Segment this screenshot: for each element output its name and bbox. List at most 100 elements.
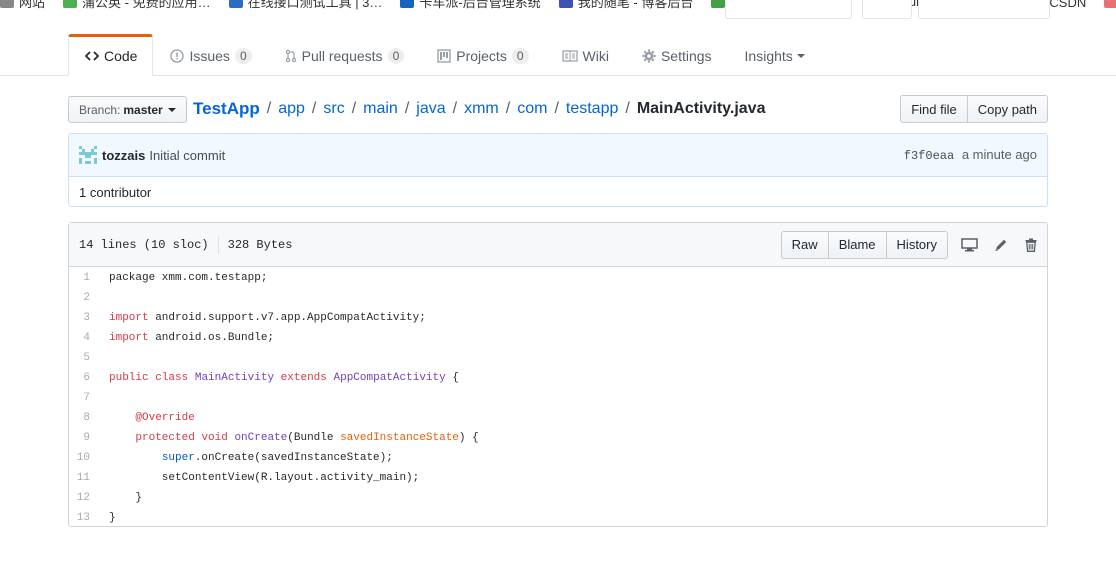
raw-button[interactable]: Raw xyxy=(780,230,829,259)
code-blob: 1 package xmm.com.testapp; 2 3 import androi… xyxy=(69,267,1047,528)
line-number[interactable]: 8 xyxy=(69,412,109,424)
pgyer-icon xyxy=(63,0,78,8)
breadcrumb-link[interactable]: java xyxy=(416,100,445,118)
line-number[interactable]: 9 xyxy=(69,432,109,444)
line-number[interactable]: 12 xyxy=(69,492,109,504)
code-line: 10 super.onCreate(savedInstanceState); xyxy=(69,448,1047,468)
line-number[interactable]: 10 xyxy=(69,452,109,464)
code-token: package xmm.com.testapp; xyxy=(109,272,268,284)
code-token: android.os.Bundle; xyxy=(148,332,275,344)
code-token: class xyxy=(155,372,189,384)
code-token: protected xyxy=(135,432,195,444)
tab-code[interactable]: Code xyxy=(68,34,154,76)
code-line: 9 protected void onCreate(Bundle savedIn… xyxy=(69,428,1047,448)
trash-icon[interactable] xyxy=(1025,238,1037,252)
bookmark-item[interactable]: 卡车派-后台管理系统 xyxy=(400,0,541,11)
bookmark-item[interactable]: 在线接口测试工具 | 3… xyxy=(228,0,383,11)
code-line: 6 public class MainActivity extends AppCo… xyxy=(69,368,1047,388)
breadcrumb-link[interactable]: src xyxy=(323,100,344,118)
issues-counter: 0 xyxy=(234,48,252,64)
code-line: 7 xyxy=(69,388,1047,408)
project-icon xyxy=(437,49,451,63)
breadcrumb-separator: / xyxy=(452,100,458,117)
line-content: setContentView(R.layout.activity_main); xyxy=(109,472,419,484)
avatar[interactable] xyxy=(79,146,97,164)
breadcrumb-link[interactable]: app xyxy=(278,100,305,118)
book-icon xyxy=(561,50,578,62)
pencil-icon[interactable] xyxy=(994,238,1008,252)
line-content: } xyxy=(109,492,142,504)
code-token: import xyxy=(109,332,149,344)
code-token: @Override xyxy=(135,412,195,424)
code-token: } xyxy=(109,492,143,504)
line-number[interactable]: 6 xyxy=(69,372,109,384)
commit-time: a minute ago xyxy=(961,147,1037,162)
branch-name: master xyxy=(123,102,163,117)
history-button[interactable]: History xyxy=(885,230,948,259)
tab-pull-requests[interactable]: Pull requests 0 xyxy=(268,34,421,76)
bookmark-label: 蒲公英 - 免费的应用… xyxy=(82,0,211,10)
breadcrumb-root-link[interactable]: TestApp xyxy=(193,99,260,119)
code-token: } xyxy=(109,512,116,524)
line-number[interactable]: 4 xyxy=(69,332,109,344)
commit-message-link[interactable]: Initial commit xyxy=(149,148,225,163)
blog-icon xyxy=(558,0,573,8)
header-button-ghost xyxy=(862,0,912,19)
code-icon xyxy=(85,49,99,63)
code-token: savedInstanceState xyxy=(340,432,459,444)
bookmark-icon xyxy=(0,0,14,8)
tab-settings[interactable]: Settings xyxy=(625,34,728,76)
line-number[interactable]: 5 xyxy=(69,352,109,364)
contributors-summary[interactable]: 1 contributor xyxy=(69,177,1047,208)
commit-author-link[interactable]: tozzais xyxy=(102,148,145,163)
bookmark-item[interactable]: 我的随笔 - 博客后台 xyxy=(558,0,693,11)
copy-path-button[interactable]: Copy path xyxy=(966,95,1048,123)
tab-wiki[interactable]: Wiki xyxy=(545,34,625,76)
gear-icon xyxy=(642,49,656,63)
bookmark-item[interactable]: ViewPager smoo xyxy=(1104,0,1116,9)
bookmark-label: 卡车派-后台管理系统 xyxy=(419,0,541,10)
divider xyxy=(217,235,219,254)
branch-select-button[interactable]: Branch: master xyxy=(68,96,187,123)
pull-request-icon xyxy=(285,49,297,63)
line-number[interactable]: 7 xyxy=(69,392,109,404)
line-number[interactable]: 11 xyxy=(69,472,109,484)
contributors-count: 1 contributor xyxy=(79,185,152,200)
code-line: 1 package xmm.com.testapp; xyxy=(69,268,1047,288)
code-token: onCreate xyxy=(234,432,288,444)
line-number[interactable]: 13 xyxy=(69,512,109,524)
bookmark-label: 在线接口测试工具 | 3… xyxy=(247,0,383,10)
tab-insights[interactable]: Insights xyxy=(728,34,821,76)
branch-prefix: Branch: xyxy=(79,102,121,117)
breadcrumb-link[interactable]: main xyxy=(363,100,398,118)
code-token: MainActivity xyxy=(194,372,275,384)
breadcrumb-link[interactable]: xmm xyxy=(464,100,499,118)
line-number[interactable]: 1 xyxy=(69,272,109,284)
commit-sha-link[interactable]: f3f0eaa xyxy=(904,149,954,163)
code-line: 8 @Override xyxy=(69,408,1047,428)
code-token: { xyxy=(445,372,459,384)
desktop-icon[interactable] xyxy=(961,237,978,252)
header-button-ghost xyxy=(918,0,1050,19)
breadcrumb-link[interactable]: testapp xyxy=(566,100,618,118)
blame-button[interactable]: Blame xyxy=(827,230,887,259)
bookmark-item[interactable]: 网站 xyxy=(0,0,45,11)
file-view-buttons: Raw Blame History xyxy=(780,230,948,259)
line-number[interactable]: 2 xyxy=(69,292,109,304)
line-number[interactable]: 3 xyxy=(69,312,109,324)
bookmark-item[interactable]: 蒲公英 - 免费的应用… xyxy=(63,0,211,11)
code-token: super xyxy=(161,452,195,464)
commit-meta: f3f0eaa a minute ago xyxy=(904,147,1037,163)
code-token: extends xyxy=(280,372,327,384)
android-icon xyxy=(711,0,726,8)
breadcrumb-link[interactable]: com xyxy=(517,100,547,118)
tab-issues[interactable]: Issues 0 xyxy=(153,34,267,76)
line-content: import android.os.Bundle; xyxy=(109,332,274,344)
file-actions: Raw Blame History xyxy=(780,230,1037,259)
header-button-ghost xyxy=(725,0,852,19)
tab-projects[interactable]: Projects 0 xyxy=(420,34,544,76)
find-file-button[interactable]: Find file xyxy=(900,95,968,123)
line-content: } xyxy=(109,512,116,524)
code-token: android.support.v7.app.AppCompatActivity… xyxy=(148,312,426,324)
